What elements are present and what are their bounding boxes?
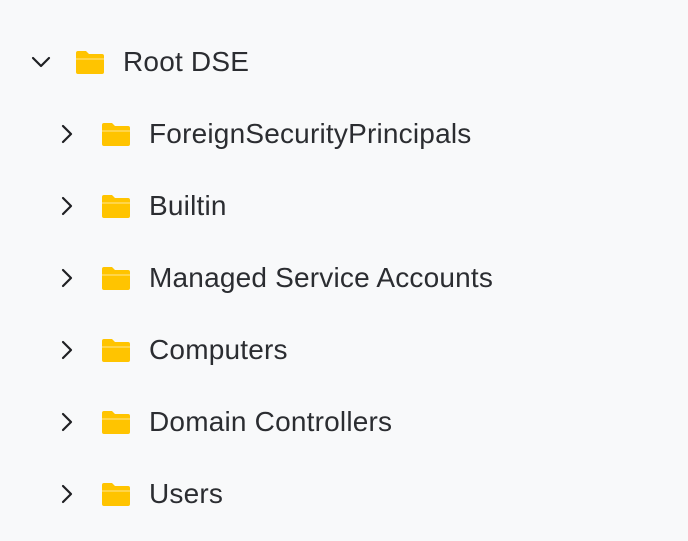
- tree-node-label: Computers: [149, 334, 288, 365]
- tree-node-label: Builtin: [149, 190, 227, 221]
- directory-tree: Root DSE ForeignSecurityPrincipals Built…: [0, 0, 688, 541]
- chevron-right-icon[interactable]: [54, 121, 80, 147]
- chevron-right-icon[interactable]: [54, 193, 80, 219]
- chevron-down-icon[interactable]: [28, 49, 54, 75]
- tree-node-computers[interactable]: Computers: [54, 322, 288, 378]
- tree-node-foreign-security-principals[interactable]: ForeignSecurityPrincipals: [54, 106, 471, 162]
- chevron-right-icon[interactable]: [54, 337, 80, 363]
- folder-icon: [100, 264, 132, 292]
- folder-icon: [100, 336, 132, 364]
- tree-node-label: Domain Controllers: [149, 406, 393, 437]
- tree-node-builtin[interactable]: Builtin: [54, 178, 227, 234]
- tree-node-users[interactable]: Users: [54, 466, 223, 522]
- tree-node-label: Users: [149, 478, 224, 509]
- folder-icon: [74, 48, 106, 76]
- chevron-right-icon[interactable]: [54, 265, 80, 291]
- folder-icon: [100, 408, 132, 436]
- tree-node-label: ForeignSecurityPrincipals: [149, 118, 472, 149]
- chevron-right-icon[interactable]: [54, 481, 80, 507]
- tree-node-domain-controllers[interactable]: Domain Controllers: [54, 394, 392, 450]
- folder-icon: [100, 192, 132, 220]
- tree-node-label: Managed Service Accounts: [149, 262, 494, 293]
- tree-node-managed-service-accounts[interactable]: Managed Service Accounts: [54, 250, 493, 306]
- folder-icon: [100, 480, 132, 508]
- tree-node-label: Root DSE: [123, 46, 250, 77]
- tree-node-root-dse[interactable]: Root DSE: [28, 34, 249, 90]
- chevron-right-icon[interactable]: [54, 409, 80, 435]
- folder-icon: [100, 120, 132, 148]
